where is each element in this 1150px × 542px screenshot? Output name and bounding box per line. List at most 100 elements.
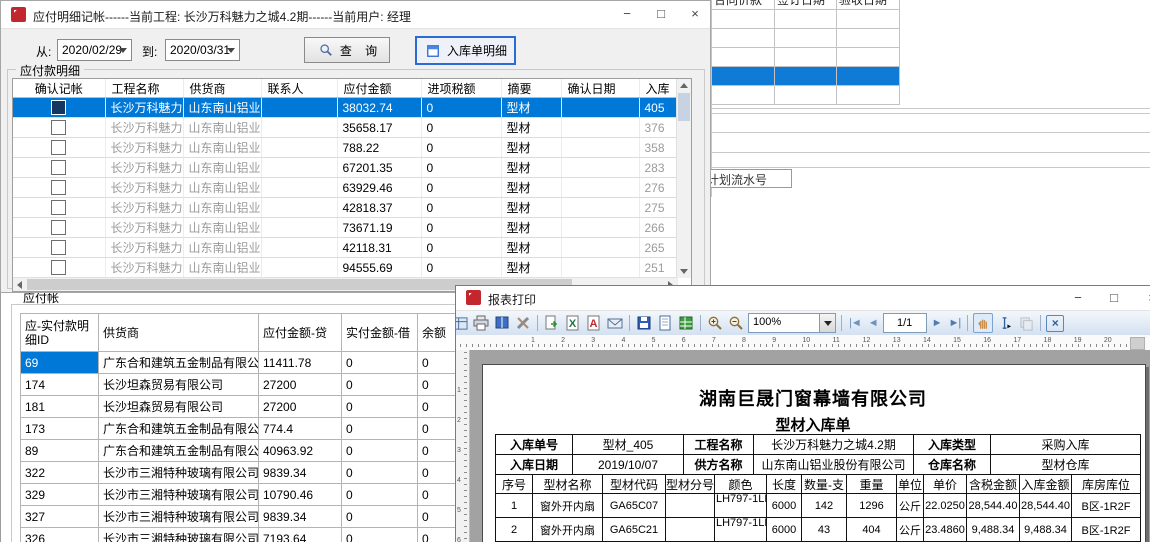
cell-summary[interactable]: 型材 <box>501 178 561 198</box>
export-excel-icon[interactable]: X <box>564 314 582 332</box>
send-mail-icon[interactable] <box>606 314 624 332</box>
export-grid-icon[interactable] <box>677 314 695 332</box>
cell-contact[interactable] <box>261 218 337 238</box>
table-row[interactable]: 长沙万科魅力...山东南山铝业...42118.310型材265 <box>13 238 677 258</box>
cell-summary[interactable]: 型材 <box>501 158 561 178</box>
cell-payable[interactable]: 9839.34 <box>259 462 342 484</box>
copy-icon[interactable] <box>1017 314 1035 332</box>
empty-cell[interactable] <box>712 29 775 48</box>
cell-tax[interactable]: 0 <box>421 178 501 198</box>
zoom-level-combo[interactable]: 100% <box>748 313 836 333</box>
cell-summary[interactable]: 型材 <box>501 218 561 238</box>
zoom-out-icon[interactable] <box>727 314 745 332</box>
cell-project[interactable]: 长沙万科魅力... <box>105 238 183 258</box>
cell-supplier[interactable]: 长沙市三湘特种玻璃有限公司 <box>99 462 259 484</box>
cell-confirm-date[interactable] <box>561 218 639 238</box>
cell-balance[interactable]: 0 <box>418 352 458 374</box>
cell-confirm-date[interactable] <box>561 258 639 278</box>
cell-project[interactable]: 长沙万科魅力... <box>105 138 183 158</box>
cell-payable[interactable]: 27200 <box>259 374 342 396</box>
cell-paid[interactable]: 0 <box>342 440 418 462</box>
table-row[interactable] <box>712 48 900 67</box>
cell-balance[interactable]: 0 <box>418 528 458 542</box>
column-header[interactable]: 签订日期 <box>775 0 837 10</box>
cell-confirm-date[interactable] <box>561 158 639 178</box>
cell-supplier[interactable]: 山东南山铝业... <box>183 238 261 258</box>
cell-supplier[interactable]: 长沙市三湘特种玻璃有限公司 <box>99 484 259 506</box>
cell-supplier[interactable]: 长沙市三湘特种玻璃有限公司 <box>99 506 259 528</box>
close-preview-icon[interactable]: × <box>1046 315 1064 332</box>
column-header[interactable]: 确认记帐 <box>13 79 105 98</box>
checkbox[interactable] <box>51 140 66 155</box>
inbound-detail-button[interactable]: 入库单明细 <box>415 36 516 65</box>
table-row[interactable]: 长沙万科魅力...山东南山铝业...94555.690型材251 <box>13 258 677 278</box>
export-pdf-icon[interactable]: A <box>585 314 603 332</box>
query-button[interactable]: 查 询 <box>304 37 390 63</box>
table-row[interactable]: 长沙万科魅力...山东南山铝业...35658.170型材376 <box>13 118 677 138</box>
column-header[interactable]: 摘要 <box>501 79 561 98</box>
cell-supplier[interactable]: 广东合和建筑五金制品有限公司 <box>99 440 259 462</box>
table-row[interactable]: 174长沙坦森贸易有限公司2720000 <box>21 374 458 396</box>
close-button[interactable]: × <box>681 1 709 27</box>
page-number-box[interactable]: 1/1 <box>883 313 927 333</box>
cell-supplier[interactable]: 长沙市三湘特种玻璃有限公司 <box>99 528 259 542</box>
ruler-handle[interactable] <box>1130 337 1145 350</box>
checkbox[interactable] <box>51 100 66 115</box>
cell-id[interactable]: 69 <box>21 352 99 374</box>
cell-project[interactable]: 长沙万科魅力... <box>105 178 183 198</box>
cell-supplier[interactable]: 广东合和建筑五金制品有限公司 <box>99 352 259 374</box>
empty-cell[interactable] <box>712 10 775 29</box>
cell-balance[interactable]: 0 <box>418 462 458 484</box>
confirm-cell[interactable] <box>13 218 105 238</box>
cell-id[interactable]: 322 <box>21 462 99 484</box>
cell-inbound-no[interactable]: 283 <box>639 158 677 178</box>
table-row[interactable]: 173广东合和建筑五金制品有限公司774.400 <box>21 418 458 440</box>
cell-supplier[interactable]: 山东南山铝业... <box>183 98 261 118</box>
cell-confirm-date[interactable] <box>561 198 639 218</box>
table-row[interactable]: 长沙万科魅力...山东南山铝业...63929.460型材276 <box>13 178 677 198</box>
cell-supplier[interactable]: 山东南山铝业... <box>183 218 261 238</box>
cell-id[interactable]: 89 <box>21 440 99 462</box>
cell-paid[interactable]: 0 <box>342 352 418 374</box>
cell-confirm-date[interactable] <box>561 118 639 138</box>
scroll-left-arrow[interactable] <box>13 278 26 291</box>
cell-paid[interactable]: 0 <box>342 418 418 440</box>
column-header[interactable]: 联系人 <box>261 79 337 98</box>
cell-payable[interactable]: 27200 <box>259 396 342 418</box>
column-header[interactable]: 供货商 <box>99 314 259 352</box>
page-setup-icon[interactable] <box>493 314 511 332</box>
confirm-cell[interactable] <box>13 138 105 158</box>
column-header[interactable]: 进项税额 <box>421 79 501 98</box>
cell-confirm-date[interactable] <box>561 178 639 198</box>
column-header[interactable]: 确认日期 <box>561 79 639 98</box>
settings-tools-icon[interactable] <box>514 314 532 332</box>
cell-project[interactable]: 长沙万科魅力... <box>105 198 183 218</box>
column-header[interactable]: 应付金额-贷 <box>259 314 342 352</box>
cell-balance[interactable]: 0 <box>418 506 458 528</box>
from-date-combo[interactable]: 2020/02/29 <box>57 39 132 61</box>
minimize-button[interactable]: − <box>1064 285 1092 311</box>
cell-summary[interactable]: 型材 <box>501 198 561 218</box>
cell-tax[interactable]: 0 <box>421 238 501 258</box>
empty-cell[interactable] <box>775 86 837 105</box>
confirm-cell[interactable] <box>13 118 105 138</box>
cell-contact[interactable] <box>261 158 337 178</box>
empty-cell[interactable] <box>712 86 775 105</box>
cell-id[interactable]: 173 <box>21 418 99 440</box>
cell-tax[interactable]: 0 <box>421 98 501 118</box>
title-bar[interactable]: 报表打印 − □ × <box>456 286 1150 311</box>
table-row[interactable]: 69广东合和建筑五金制品有限公司11411.7800 <box>21 352 458 374</box>
cell-paid[interactable]: 0 <box>342 484 418 506</box>
cell-paid[interactable]: 0 <box>342 506 418 528</box>
save-icon[interactable] <box>635 314 653 332</box>
cell-id[interactable]: 174 <box>21 374 99 396</box>
cell-summary[interactable]: 型材 <box>501 118 561 138</box>
empty-cell[interactable] <box>775 10 837 29</box>
cell-confirm-date[interactable] <box>561 98 639 118</box>
cell-contact[interactable] <box>261 238 337 258</box>
cell-contact[interactable] <box>261 98 337 118</box>
cell-payable[interactable]: 7193.64 <box>259 528 342 542</box>
checkbox[interactable] <box>51 160 66 175</box>
cell-supplier[interactable]: 山东南山铝业... <box>183 138 261 158</box>
cell-payable[interactable]: 11411.78 <box>259 352 342 374</box>
